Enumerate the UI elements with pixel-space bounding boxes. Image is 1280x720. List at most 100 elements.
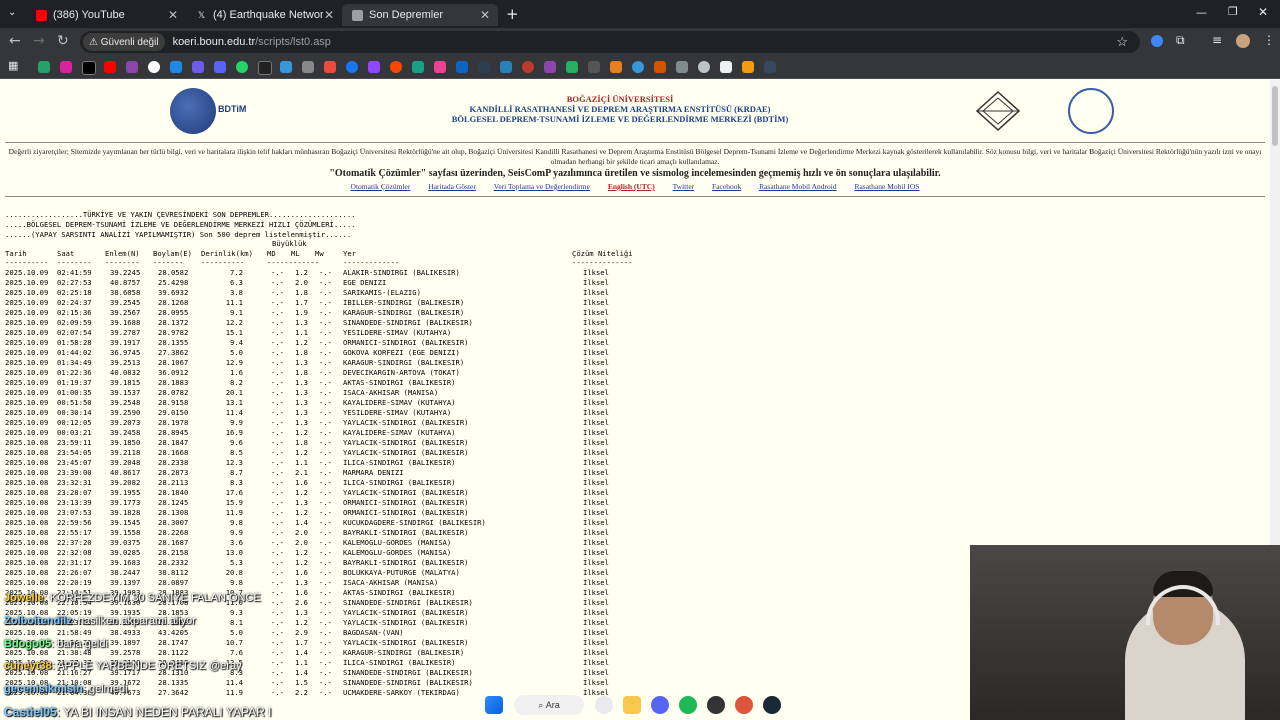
chat-message: gecenisikmisin: gelmedi <box>4 683 128 695</box>
bookmark-icon[interactable] <box>764 61 776 73</box>
tab-son-depremler[interactable]: Son Depremler ✕ <box>342 4 498 26</box>
minimize-icon[interactable]: — <box>1196 6 1207 19</box>
link-english[interactable]: English (UTC) <box>608 182 655 191</box>
window-close-icon[interactable]: ✕ <box>1258 5 1268 19</box>
maximize-icon[interactable]: ❐ <box>1228 5 1238 18</box>
bookmark-icon[interactable] <box>632 61 644 73</box>
reddit-icon[interactable] <box>390 61 402 73</box>
chat-user: Jowelle <box>4 592 44 604</box>
address-bar[interactable]: ⚠ Güvenli değil koeri.boun.edu.tr/script… <box>80 31 1140 53</box>
cell-derinlik: 9.8 <box>230 578 243 587</box>
tab-search-icon[interactable]: ⌄ <box>8 7 16 18</box>
security-chip[interactable]: ⚠ Güvenli değil <box>83 33 165 51</box>
cell-mw: -.- <box>319 318 332 327</box>
cell-boylam: 28.9782 <box>158 328 189 337</box>
app-icon[interactable] <box>707 696 725 714</box>
bookmark-icon[interactable] <box>610 61 622 73</box>
bookmark-icon[interactable] <box>522 61 534 73</box>
bookmark-icon[interactable] <box>170 61 182 73</box>
apps-grid-icon[interactable]: ▦ <box>8 59 20 72</box>
taskbar-search[interactable]: ⌕ Ara <box>514 695 584 715</box>
cell-tarih: 2025.10.09 <box>5 338 49 347</box>
bookmark-icon[interactable] <box>676 61 688 73</box>
bookmark-icon[interactable] <box>566 61 578 73</box>
cell-tarih: 2025.10.09 <box>5 278 49 287</box>
chat-message: Bdogo05: bana geldi <box>4 638 108 650</box>
link-haritada-goster[interactable]: Haritada Göster <box>428 182 476 191</box>
windows-start-icon[interactable] <box>485 696 503 714</box>
menu-icon[interactable]: ⋮ <box>1263 33 1275 47</box>
dash: ---------- <box>5 258 49 267</box>
bookmark-icon[interactable] <box>742 61 754 73</box>
bookmark-icon[interactable] <box>302 61 314 73</box>
cell-yer: YAYLACIK-SINDIRGI (BALIKESIR) <box>343 608 469 617</box>
tab-earthquake-network[interactable]: 𝕏 (4) Earthquake Network (@Sism ✕ <box>186 4 342 26</box>
steam-icon[interactable] <box>763 696 781 714</box>
link-otomatik-cozumler[interactable]: Otomatik Çözümler <box>351 182 411 191</box>
link-twitter[interactable]: Twitter <box>673 182 695 191</box>
new-tab-button[interactable]: + <box>506 5 519 23</box>
cell-derinlik: 8.3 <box>230 478 243 487</box>
chat-text: : nasilken akparami aliyor <box>71 615 196 627</box>
bookmark-icon[interactable] <box>434 61 446 73</box>
bookmark-icon[interactable] <box>588 61 600 73</box>
instagram-icon[interactable] <box>60 61 72 73</box>
reading-list-icon[interactable]: ≡ <box>1212 33 1222 47</box>
cell-ml: 1.8 <box>295 368 308 377</box>
bookmark-icon[interactable] <box>258 61 272 75</box>
bookmark-icon[interactable] <box>500 61 512 73</box>
cell-tarih: 2025.10.08 <box>5 458 49 467</box>
link-veri-toplama[interactable]: Veri Toplama ve Değerlendirme <box>494 182 590 191</box>
bookmark-icon[interactable] <box>720 61 732 73</box>
reload-icon[interactable]: ↻ <box>57 33 69 49</box>
youtube-bookmark-icon[interactable] <box>104 61 116 73</box>
facebook-icon[interactable] <box>346 61 358 73</box>
chrome-icon[interactable] <box>595 696 613 714</box>
bookmark-icon[interactable] <box>324 61 336 73</box>
forward-icon[interactable]: → <box>33 33 45 49</box>
cell-derinlik: 12.3 <box>225 458 243 467</box>
profile-avatar[interactable] <box>1236 34 1250 48</box>
link-facebook[interactable]: Facebook <box>712 182 741 191</box>
cell-tarih: 2025.10.08 <box>5 478 49 487</box>
bookmark-icon[interactable] <box>456 61 468 73</box>
close-icon[interactable]: ✕ <box>480 8 490 22</box>
back-icon[interactable]: ← <box>9 33 21 49</box>
bookmark-icon[interactable] <box>38 61 50 73</box>
link-mobil-ios[interactable]: Rasathane Mobil IOS <box>854 182 919 191</box>
bookmark-icon[interactable] <box>412 61 424 73</box>
cell-cozum: İlksel <box>583 568 609 577</box>
close-icon[interactable]: ✕ <box>324 8 334 22</box>
x-bookmark-icon[interactable] <box>82 61 96 75</box>
cell-mw: -.- <box>319 658 332 667</box>
cell-yer: YAYLACIK-SINDIRGI (BALIKESIR) <box>343 638 469 647</box>
bookmark-icon[interactable] <box>478 61 490 73</box>
bookmark-icon[interactable] <box>698 61 710 73</box>
close-icon[interactable]: ✕ <box>168 8 178 22</box>
whatsapp-icon[interactable] <box>236 61 248 73</box>
cell-derinlik: 11.1 <box>225 298 243 307</box>
bookmark-icon[interactable] <box>192 61 204 73</box>
bookmark-star-icon[interactable]: ☆ <box>1116 34 1128 50</box>
bookmark-icon[interactable] <box>544 61 556 73</box>
spotify-icon[interactable] <box>679 696 697 714</box>
extension-icon[interactable] <box>1151 35 1163 47</box>
cell-mw: -.- <box>319 438 332 447</box>
bookmark-icon[interactable] <box>654 61 666 73</box>
bookmark-icon[interactable] <box>214 61 226 73</box>
scrollbar-thumb[interactable] <box>1272 86 1278 146</box>
cell-saat: 23:13:39 <box>57 498 92 507</box>
cell-derinlik: 5.0 <box>230 348 243 357</box>
discord-icon[interactable] <box>651 696 669 714</box>
bookmark-icon[interactable] <box>280 61 292 73</box>
cell-derinlik: 20.8 <box>225 568 243 577</box>
twitch-icon[interactable] <box>368 61 380 73</box>
file-explorer-icon[interactable] <box>623 696 641 714</box>
bookmark-icon[interactable] <box>126 61 138 73</box>
extensions-puzzle-icon[interactable]: ⧉ <box>1176 33 1185 48</box>
link-mobil-android[interactable]: Rasathane Mobil Android <box>759 182 837 191</box>
app-icon[interactable] <box>735 696 753 714</box>
google-icon[interactable] <box>148 61 160 73</box>
tab-youtube[interactable]: (386) YouTube ✕ <box>26 4 186 26</box>
chat-user: gecenisikmisin <box>4 683 83 695</box>
